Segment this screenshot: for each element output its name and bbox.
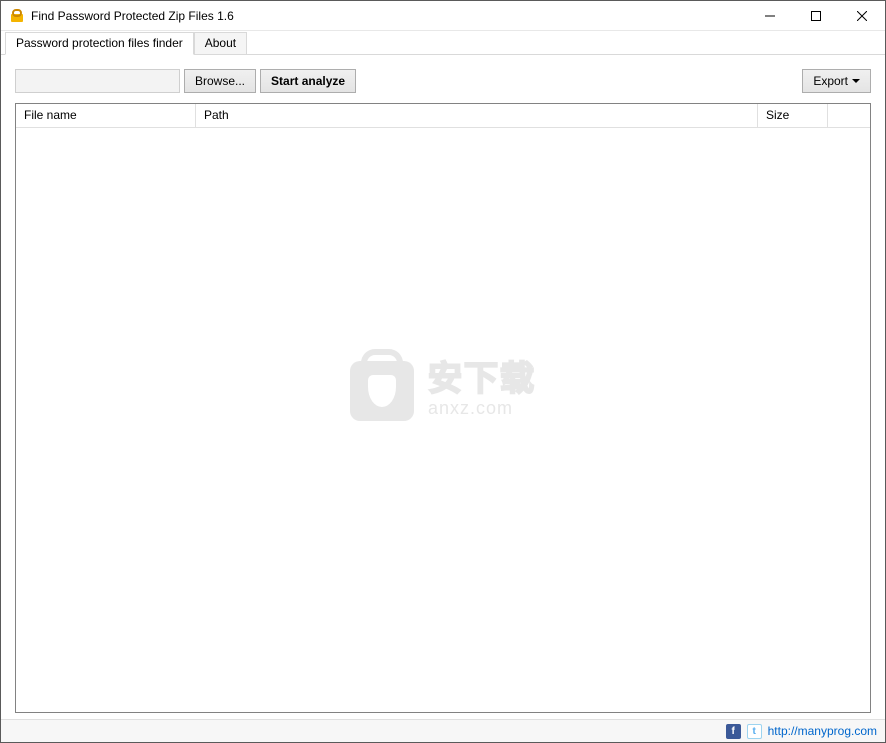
watermark-chinese: 安下载 (428, 362, 536, 396)
column-header-path[interactable]: Path (196, 104, 758, 128)
browse-button[interactable]: Browse... (184, 69, 256, 93)
twitter-icon[interactable]: t (747, 724, 762, 739)
results-table: File name Path Size 安下载 anxz.com (15, 103, 871, 713)
toolbar: Browse... Start analyze Export (15, 69, 871, 93)
maximize-button[interactable] (793, 1, 839, 30)
path-input[interactable] (15, 69, 180, 93)
export-label: Export (813, 74, 848, 88)
minimize-button[interactable] (747, 1, 793, 30)
table-body: 安下载 anxz.com (16, 128, 870, 712)
tab-about[interactable]: About (194, 32, 247, 55)
column-header-filename[interactable]: File name (16, 104, 196, 128)
close-button[interactable] (839, 1, 885, 30)
export-button[interactable]: Export (802, 69, 871, 93)
watermark-bag-icon (350, 361, 414, 421)
chevron-down-icon (852, 79, 860, 83)
window-controls (747, 1, 885, 30)
homepage-link[interactable]: http://manyprog.com (768, 724, 877, 738)
app-icon (9, 8, 25, 24)
facebook-icon[interactable]: f (726, 724, 741, 739)
start-analyze-button[interactable]: Start analyze (260, 69, 356, 93)
table-header: File name Path Size (16, 104, 870, 128)
titlebar: Find Password Protected Zip Files 1.6 (1, 1, 885, 31)
tab-main[interactable]: Password protection files finder (5, 32, 194, 55)
watermark-domain: anxz.com (428, 398, 513, 419)
statusbar: f t http://manyprog.com (1, 719, 885, 742)
watermark: 安下载 anxz.com (350, 361, 536, 421)
app-window: Find Password Protected Zip Files 1.6 Pa… (0, 0, 886, 743)
column-header-extra[interactable] (828, 104, 870, 128)
tab-strip: Password protection files finder About (1, 31, 885, 55)
content-area: Browse... Start analyze Export File name… (1, 55, 885, 719)
column-header-size[interactable]: Size (758, 104, 828, 128)
window-title: Find Password Protected Zip Files 1.6 (31, 8, 747, 23)
